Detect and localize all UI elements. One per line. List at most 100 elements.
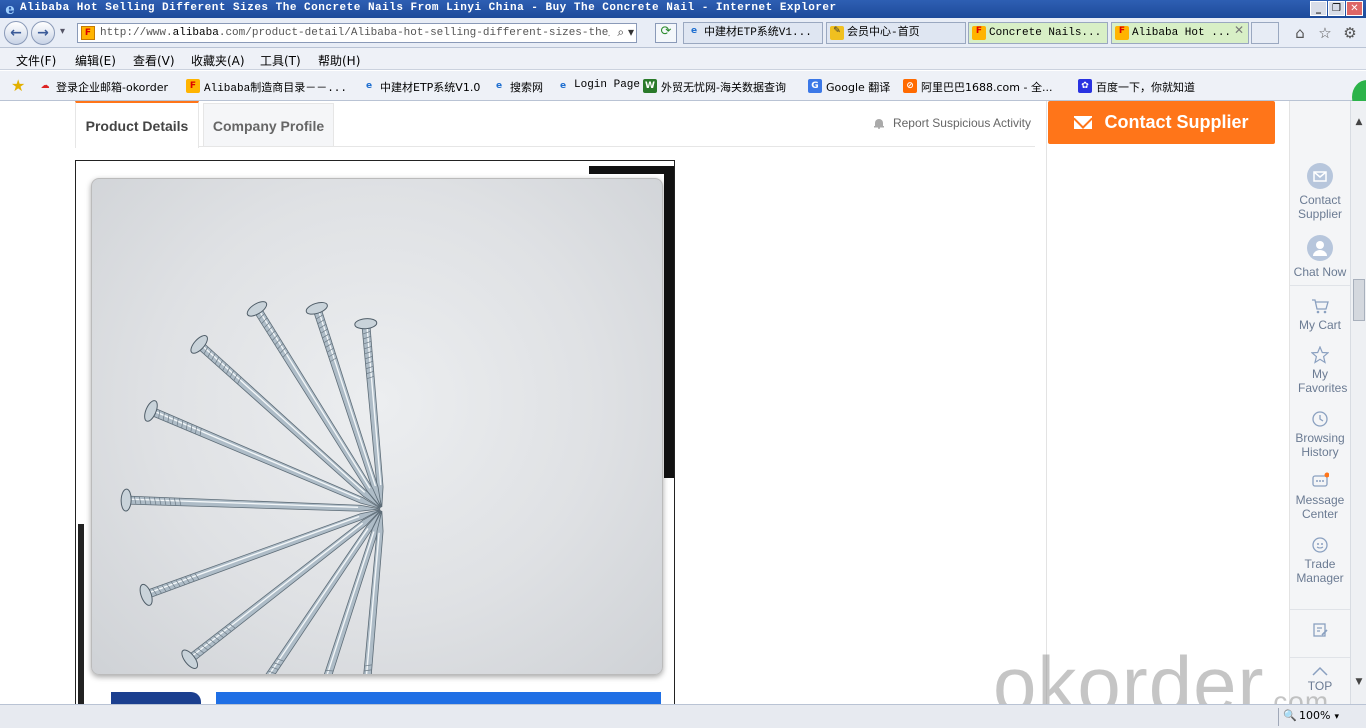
restore-button[interactable]: ❐ [1328, 1, 1345, 16]
address-url[interactable]: http://www.alibaba.com/product-detail/Al… [100, 27, 610, 39]
rb-message-center[interactable]: Message Center [1290, 472, 1350, 521]
product-photo-concrete-nails[interactable] [91, 178, 663, 675]
rb-my-cart[interactable]: My Cart [1290, 297, 1350, 332]
folder-icon: ✎ [830, 26, 844, 40]
scroll-up-arrow-icon[interactable]: ▲ [1353, 117, 1365, 129]
minimize-button[interactable]: _ [1310, 1, 1327, 16]
browser-tab-concrete-nails[interactable]: F Concrete Nails... [968, 22, 1108, 44]
trade-manager-icon [1312, 537, 1328, 553]
alibaba-favicon-icon: F [1115, 26, 1129, 40]
browser-tab-member-center[interactable]: ✎ 会员中心-首页 [826, 22, 966, 44]
favorite-label: 搜索网 [510, 81, 543, 94]
browser-tab-etp[interactable]: e 中建材ETP系统V1... [683, 22, 823, 44]
star-icon [1311, 346, 1329, 364]
menu-help[interactable]: 帮助(H) [318, 52, 360, 69]
tab-product-details[interactable]: Product Details [75, 101, 199, 148]
forward-button[interactable]: → [31, 21, 55, 45]
zoom-icon: 🔍 [1283, 709, 1297, 722]
clock-icon [1312, 411, 1328, 427]
baidu-paw-icon: ✿ [1078, 79, 1092, 93]
favorite-google-translate[interactable]: G Google 翻译 [808, 79, 890, 95]
mail-icon [1074, 116, 1093, 129]
rb-separator [1290, 285, 1350, 286]
favorite-label: Alibaba制造商目录－－... [204, 83, 348, 95]
favorite-1688[interactable]: ⊘ 阿里巴巴1688.com - 全... [903, 79, 1052, 95]
menu-tools[interactable]: 工具(T) [260, 52, 301, 69]
scroll-down-arrow-icon[interactable]: ▼ [1353, 677, 1365, 689]
favorites-star-icon[interactable]: ☆ [1316, 24, 1334, 42]
favorite-login-page[interactable]: e Login Page [556, 79, 640, 91]
favorite-okorder-mail[interactable]: ☁ 登录企业邮箱-okorder [38, 79, 169, 95]
favorite-etp[interactable]: e 中建材ETP系统V1.0 [362, 79, 480, 95]
favorite-search-net[interactable]: e 搜索网 [492, 79, 543, 95]
product-tabs: Product Details Company Profile Report S… [75, 101, 1035, 148]
rb-contact-supplier[interactable]: Contact Supplier [1290, 163, 1350, 221]
rb-label: Chat Now [1293, 265, 1347, 279]
rb-chat-now[interactable]: Chat Now [1290, 235, 1350, 279]
frame-decoration [78, 524, 84, 704]
favorites-bar: ★ ☁ 登录企业邮箱-okorder F Alibaba制造商目录－－... e 中建… [0, 71, 1366, 101]
window-title-bar: e Alibaba Hot Selling Different Sizes Th… [0, 0, 1366, 18]
zoom-level[interactable]: 🔍 100% ▾ [1283, 709, 1339, 722]
ie-page-icon: e [559, 81, 567, 91]
alibaba-favicon-icon: F [972, 26, 986, 40]
banner-strip [111, 690, 663, 704]
message-icon [1312, 472, 1329, 487]
status-divider [1278, 708, 1279, 726]
internet-explorer-icon: e [5, 0, 15, 18]
zoom-value: 100% [1299, 709, 1331, 722]
close-window-button[interactable]: ✕ [1346, 1, 1363, 16]
favorite-waimao[interactable]: W 外贸无忧网-海关数据查询 [643, 79, 786, 95]
rb-separator [1290, 609, 1350, 610]
report-suspicious-activity-link[interactable]: Report Suspicious Activity [873, 116, 1031, 130]
rb-label: Trade Manager [1296, 557, 1344, 585]
frame-decoration [664, 166, 674, 478]
favorite-label: 登录企业邮箱-okorder [56, 81, 169, 94]
favorites-star-icon[interactable]: ★ [11, 76, 25, 95]
favorite-label: 阿里巴巴1688.com - 全... [921, 81, 1053, 94]
mail-icon [1307, 163, 1333, 189]
zoom-dropdown-icon[interactable]: ▾ [1334, 712, 1339, 722]
home-icon[interactable]: ⌂ [1291, 24, 1309, 42]
favorite-label: 中建材ETP系统V1.0 [380, 81, 481, 94]
status-bar: 🔍 100% ▾ [0, 704, 1366, 728]
address-dropdown-icon[interactable]: ▾ [628, 25, 634, 39]
frame-decoration [589, 166, 674, 174]
refresh-button[interactable]: ⟳ [655, 23, 677, 43]
close-tab-icon[interactable]: ✕ [1234, 23, 1244, 37]
rb-browsing-history[interactable]: Browsing History [1290, 410, 1350, 459]
menu-favorites[interactable]: 收藏夹(A) [191, 52, 245, 69]
menu-view[interactable]: 查看(V) [133, 52, 175, 69]
favorite-label: 百度一下，你就知道 [1096, 81, 1195, 94]
product-image-frame [75, 160, 675, 704]
google-translate-icon: G [808, 79, 822, 93]
address-bar[interactable]: F http://www.alibaba.com/product-detail/… [77, 23, 637, 43]
rb-label: Contact Supplier [1297, 193, 1343, 221]
cloud-icon: ☁ [40, 81, 50, 91]
favorite-baidu[interactable]: ✿ 百度一下，你就知道 [1078, 79, 1195, 95]
banner-blue-block [216, 692, 661, 704]
page-content: Product Details Company Profile Report S… [0, 101, 1366, 704]
tab-label: Alibaba Hot ... [1132, 27, 1232, 39]
back-button[interactable]: ← [4, 21, 28, 45]
menu-edit[interactable]: 编辑(E) [75, 52, 116, 69]
new-tab-button[interactable] [1251, 22, 1279, 44]
contact-supplier-button[interactable]: Contact Supplier [1048, 101, 1275, 144]
rb-label: Message Center [1295, 493, 1345, 521]
favorite-alibaba-directory[interactable]: F Alibaba制造商目录－－... [186, 79, 347, 95]
search-icon[interactable]: ⌕ [617, 25, 624, 39]
history-dropdown-icon[interactable]: ▾ [60, 26, 65, 37]
rb-my-favorites[interactable]: My Favorites [1290, 346, 1350, 395]
w-logo-icon: W [643, 79, 657, 93]
rb-trade-manager[interactable]: Trade Manager [1290, 536, 1350, 585]
menu-file[interactable]: 文件(F) [16, 52, 56, 69]
vertical-scrollbar[interactable]: ▲ ▼ [1350, 101, 1366, 704]
right-toolbar: Contact Supplier Chat Now My Cart My Fav… [1289, 101, 1350, 704]
gear-icon[interactable]: ⚙ [1341, 24, 1359, 42]
browser-tab-alibaba-hot[interactable]: F Alibaba Hot ... ✕ [1111, 22, 1249, 44]
favorite-label: Google 翻译 [826, 81, 891, 94]
tab-company-profile[interactable]: Company Profile [203, 103, 334, 147]
scrollbar-thumb[interactable] [1353, 279, 1365, 321]
ie-page-icon: e [365, 81, 373, 91]
alibaba-favicon-icon: F [186, 79, 200, 93]
